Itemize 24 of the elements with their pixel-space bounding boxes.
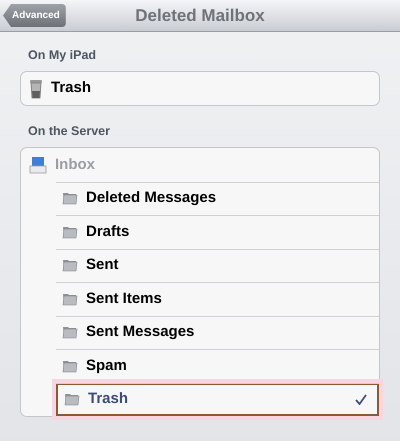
back-button[interactable]: Advanced (3, 4, 66, 27)
mailbox-name: Trash (51, 78, 92, 98)
mailbox-name: Drafts (86, 222, 130, 242)
mailbox-item[interactable]: Trash (21, 72, 379, 106)
mailbox-name: Sent Items (86, 288, 163, 308)
folder-icon (62, 191, 78, 206)
mailbox-name: Spam (86, 356, 128, 376)
folder-icon (62, 325, 78, 340)
section-header: On My iPad (27, 47, 98, 64)
mailbox-name: Sent (86, 255, 120, 275)
folder-icon (62, 224, 78, 239)
mailbox-name: Deleted Messages (86, 188, 218, 208)
section-header: On the Server (27, 123, 111, 140)
folder-icon (62, 358, 78, 373)
mailbox-name: Inbox (55, 154, 96, 174)
mailbox-name: Sent Messages (86, 322, 196, 342)
folder-icon (62, 258, 78, 272)
folder-icon (64, 392, 80, 406)
mailbox-name: Trash (88, 389, 130, 409)
checkmark-icon (355, 394, 367, 405)
trash-can-icon (29, 78, 43, 98)
inbox-tray-icon (29, 156, 47, 174)
screen-title: Deleted Mailbox (135, 4, 265, 27)
folder-icon (62, 292, 78, 306)
